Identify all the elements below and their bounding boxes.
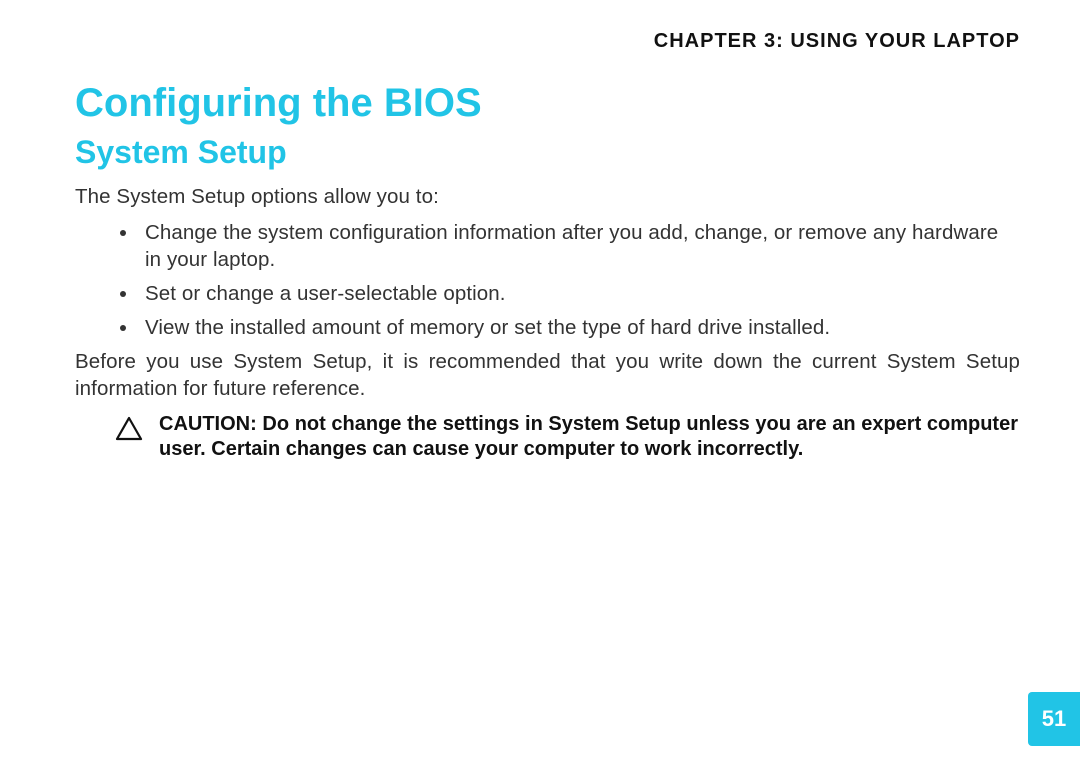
list-item: View the installed amount of memory or s… <box>139 315 1020 341</box>
page-number: 51 <box>1042 706 1066 732</box>
caution-text: CAUTION: Do not change the settings in S… <box>159 412 1018 463</box>
document-page: CHAPTER 3: USING YOUR LAPTOP Configuring… <box>0 0 1080 766</box>
intro-text: The System Setup options allow you to: <box>75 184 1020 210</box>
heading-system-setup: System Setup <box>75 135 1020 170</box>
caution-triangle-icon <box>115 416 143 446</box>
bullet-list: Change the system configuration informat… <box>75 220 1020 341</box>
note-text: Before you use System Setup, it is recom… <box>75 349 1020 401</box>
list-item: Change the system configuration informat… <box>139 220 1020 272</box>
heading-configuring-bios: Configuring the BIOS <box>75 81 1020 125</box>
list-item: Set or change a user-selectable option. <box>139 281 1020 307</box>
caution-block: CAUTION: Do not change the settings in S… <box>75 412 1020 463</box>
page-number-tab: 51 <box>1028 692 1080 746</box>
chapter-header: CHAPTER 3: USING YOUR LAPTOP <box>75 30 1020 53</box>
